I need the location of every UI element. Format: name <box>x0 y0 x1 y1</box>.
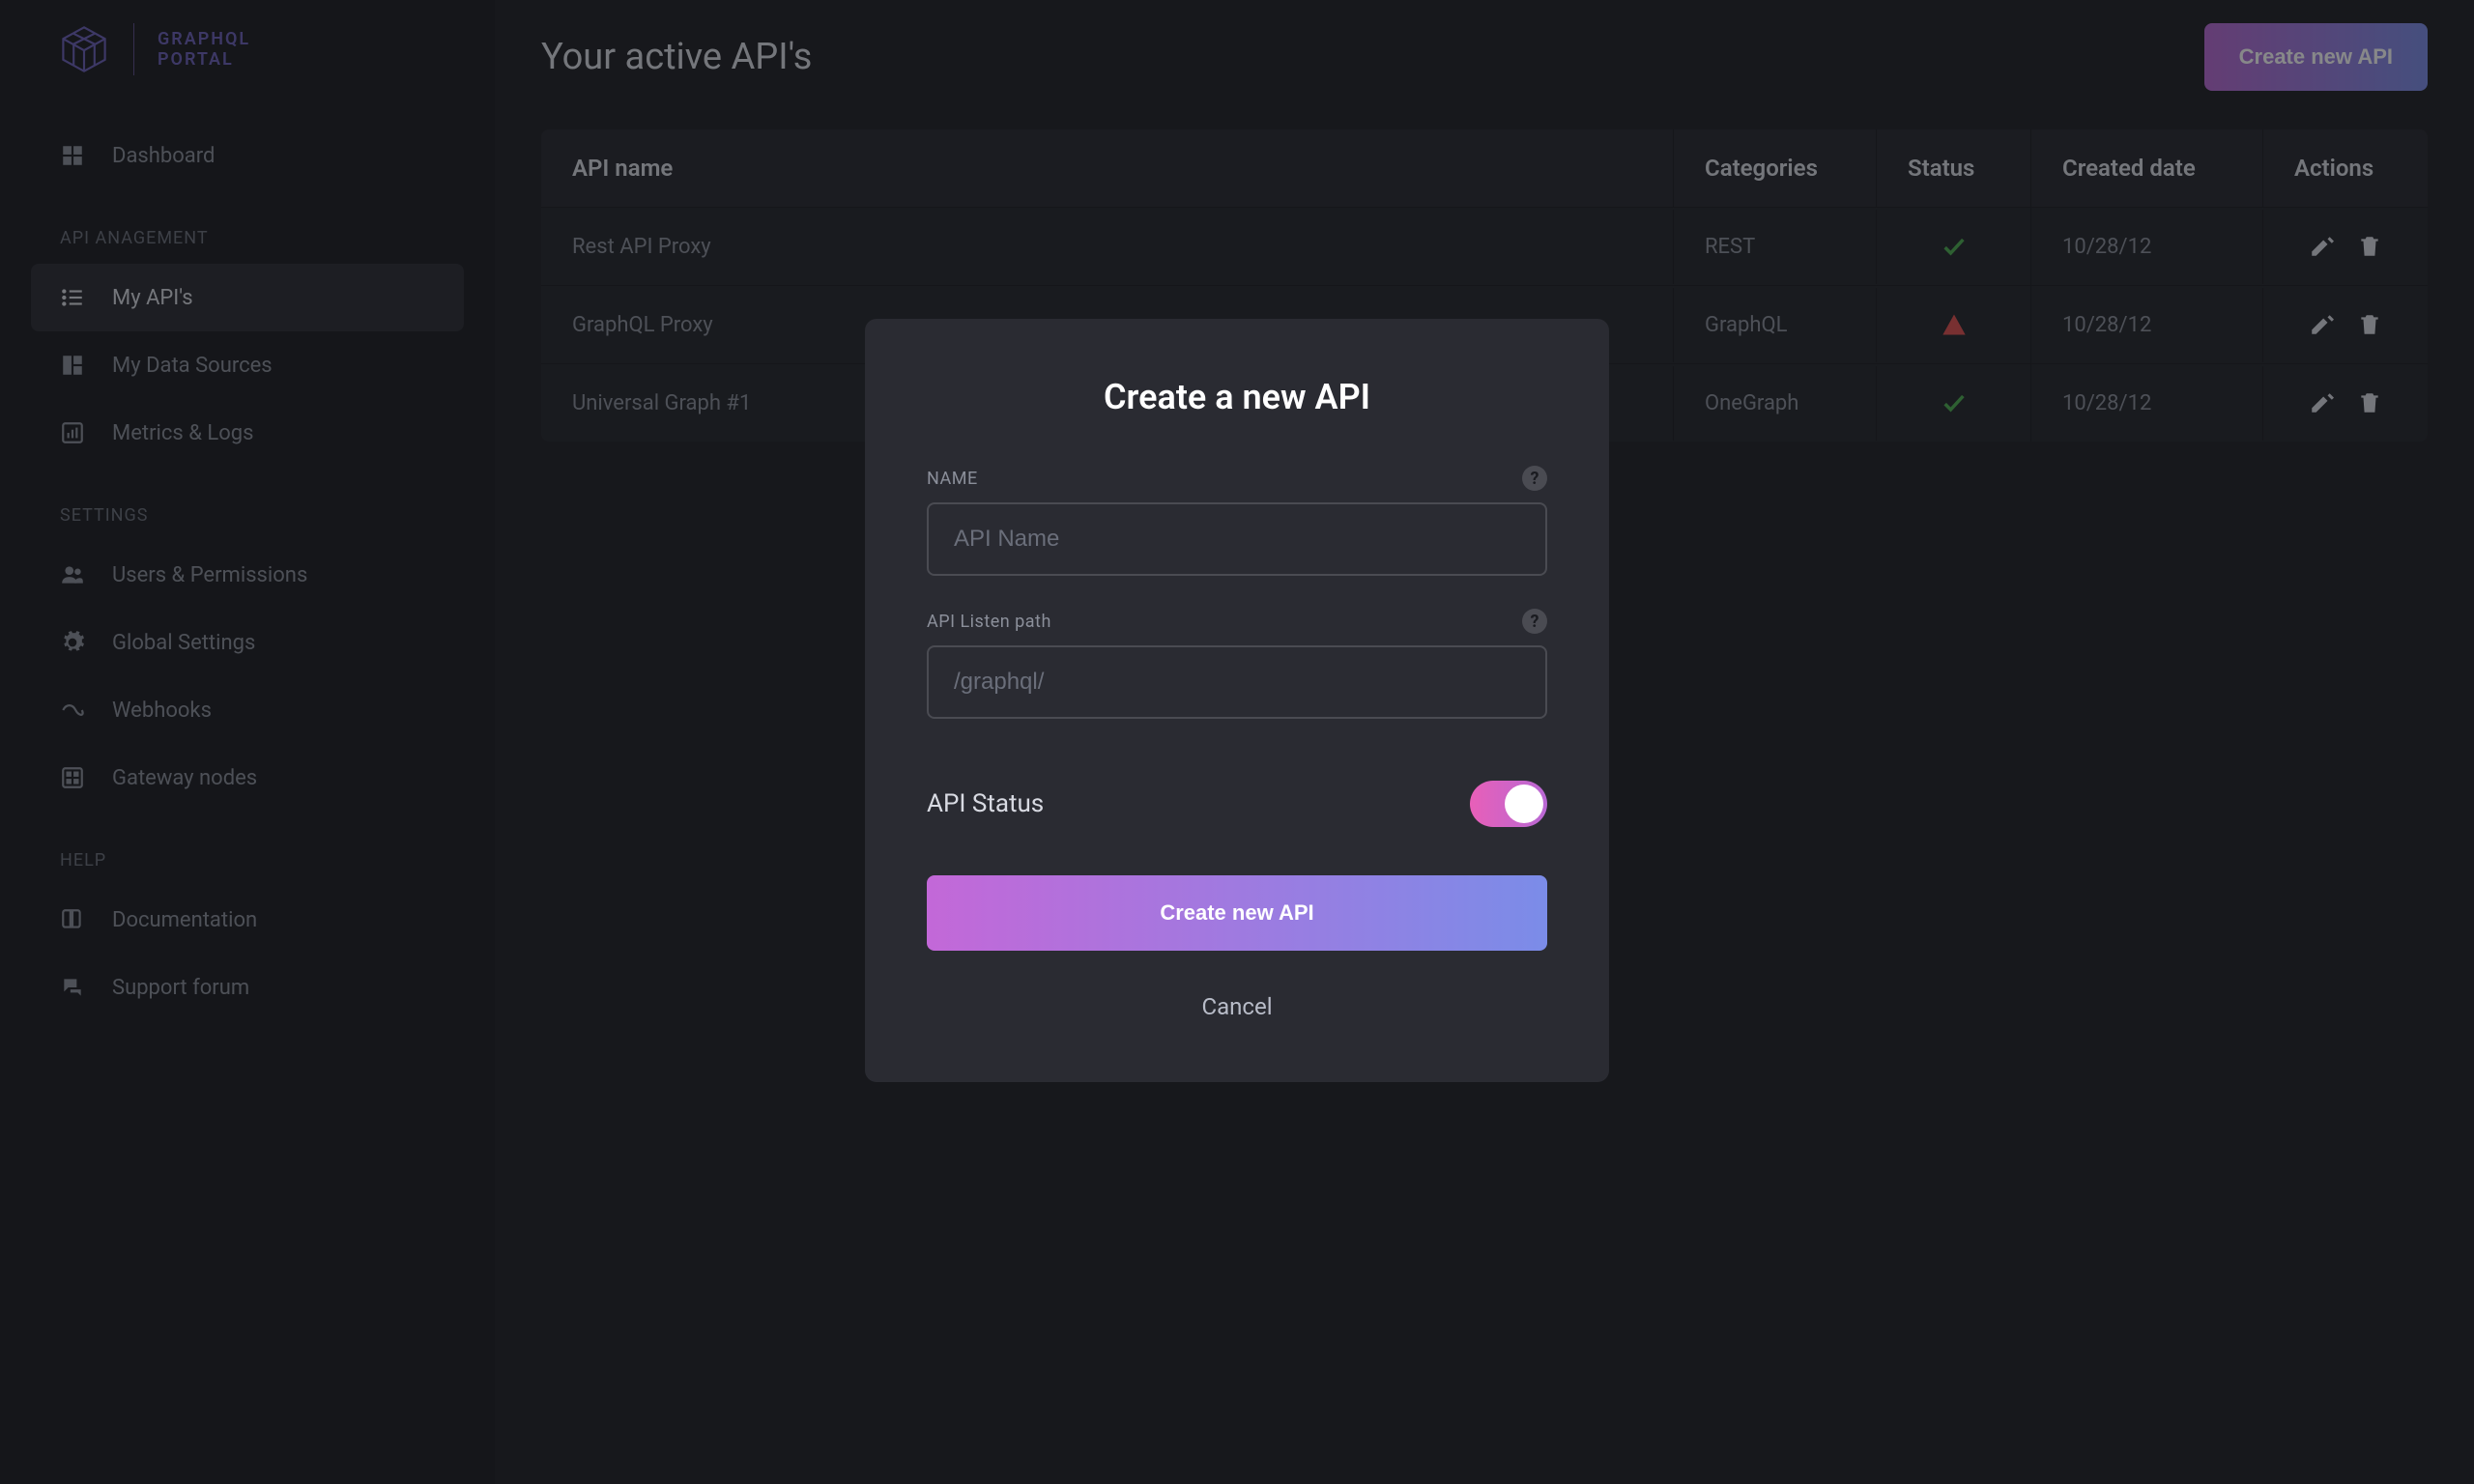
path-field-label: API Listen path <box>927 612 1051 632</box>
name-field-label: NAME <box>927 469 978 489</box>
api-path-input[interactable] <box>927 645 1547 719</box>
path-help-icon[interactable]: ? <box>1522 609 1547 634</box>
modal-title: Create a new API <box>927 377 1547 417</box>
modal-cancel-button[interactable]: Cancel <box>927 980 1547 1034</box>
api-name-input[interactable] <box>927 502 1547 576</box>
toggle-knob <box>1505 785 1543 823</box>
modal-create-button[interactable]: Create new API <box>927 875 1547 951</box>
api-status-label: API Status <box>927 789 1044 818</box>
create-api-modal: Create a new API NAME ? API Listen path … <box>865 319 1609 1082</box>
name-help-icon[interactable]: ? <box>1522 466 1547 491</box>
api-status-toggle[interactable] <box>1470 781 1547 827</box>
modal-overlay: Create a new API NAME ? API Listen path … <box>0 0 2474 1484</box>
